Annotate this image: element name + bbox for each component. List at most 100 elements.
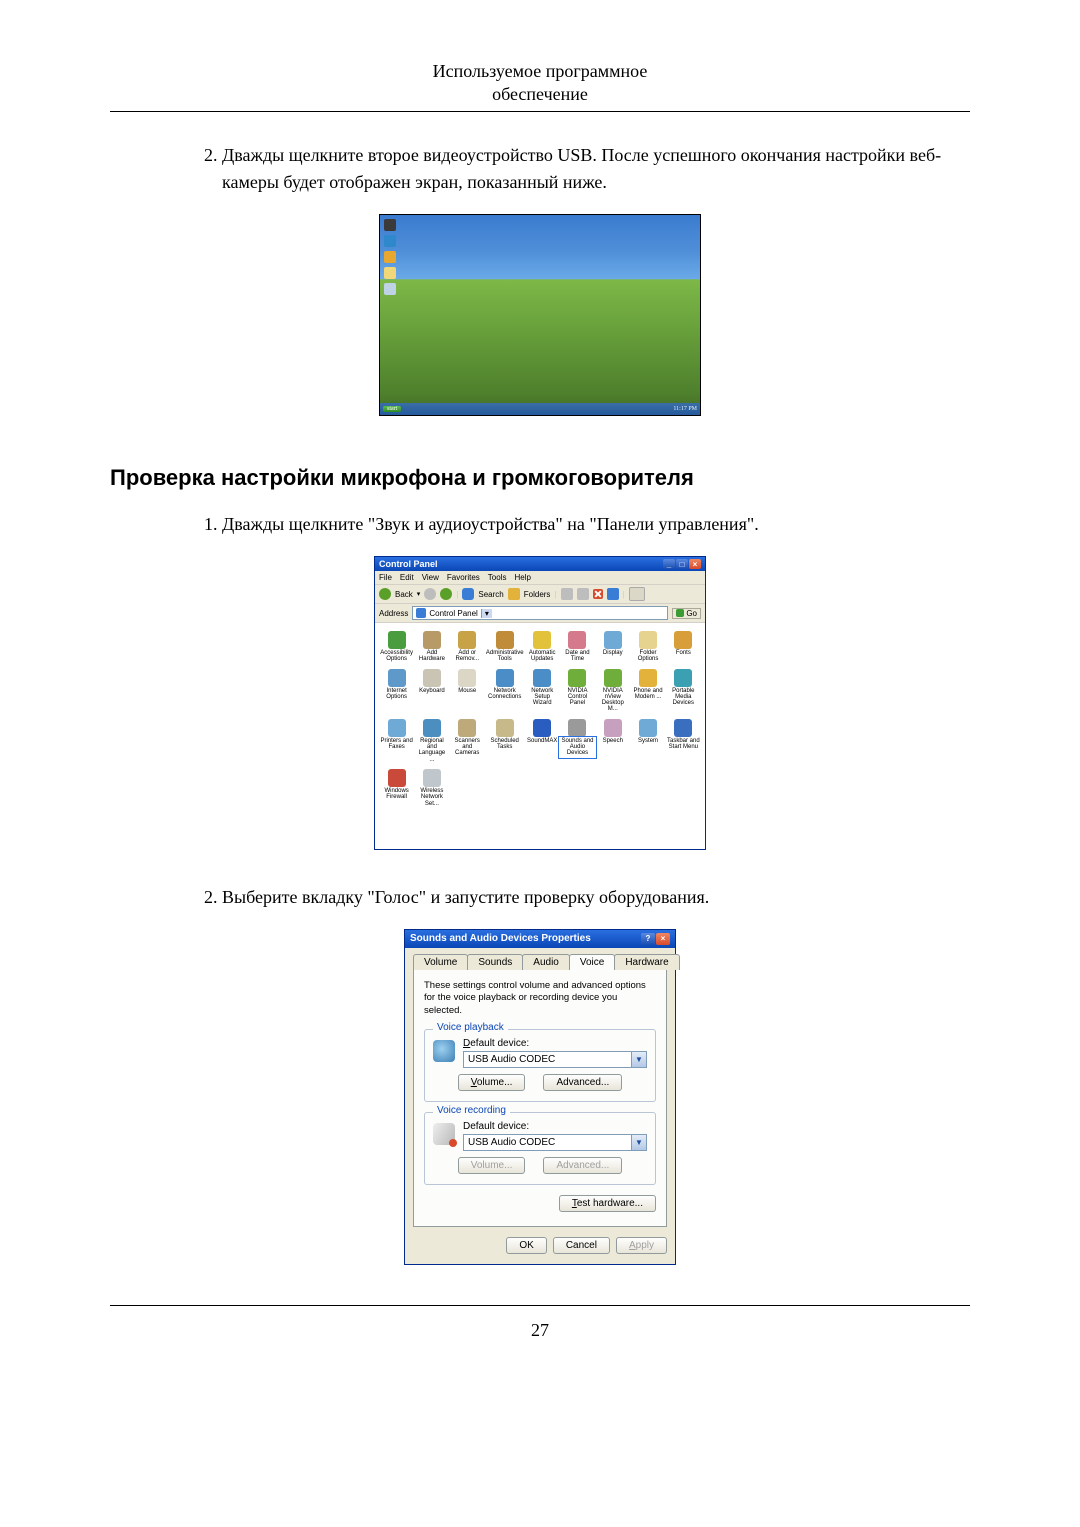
dialog-body: Volume Sounds Audio Voice Hardware These…: [405, 948, 675, 1264]
menu-view[interactable]: View: [422, 573, 439, 582]
cp-item[interactable]: NVIDIA nView Desktop M...: [595, 667, 630, 715]
cp-item[interactable]: Display: [595, 629, 630, 665]
cp-item[interactable]: Portable Media Devices: [666, 667, 701, 715]
recording-default-label: Default device:: [463, 1121, 647, 1132]
cp-item[interactable]: Network Setup Wizard: [525, 667, 560, 715]
control-panel-icon: [416, 608, 426, 618]
cp-item[interactable]: Phone and Modem ...: [630, 667, 665, 715]
apply-button[interactable]: Apply: [616, 1237, 667, 1254]
playback-advanced-button[interactable]: Advanced...: [543, 1074, 622, 1091]
menu-edit[interactable]: Edit: [400, 573, 414, 582]
chevron-down-icon[interactable]: ▼: [631, 1135, 646, 1150]
cp-item[interactable]: Folder Options: [630, 629, 665, 665]
tab-voice[interactable]: Voice: [569, 954, 615, 970]
ok-button[interactable]: OK: [506, 1237, 546, 1254]
cp-item[interactable]: NVIDIA Control Panel: [560, 667, 595, 715]
cp-item[interactable]: Taskbar and Start Menu: [666, 717, 701, 765]
go-arrow-icon: [676, 609, 684, 617]
close-button[interactable]: ×: [689, 559, 701, 569]
tab-hardware[interactable]: Hardware: [614, 954, 679, 970]
speaker-icon: [433, 1040, 455, 1062]
search-icon[interactable]: [462, 588, 474, 600]
recording-volume-button[interactable]: Volume...: [458, 1157, 526, 1174]
start-button[interactable]: start: [383, 406, 401, 412]
step-top-2: Дважды щелкните второе видеоустройство U…: [222, 142, 970, 196]
cp-item[interactable]: Scheduled Tasks: [485, 717, 525, 765]
control-panel-window: Control Panel _ □ × File Edit View Favor…: [374, 556, 706, 850]
address-field[interactable]: Control Panel ▾: [412, 606, 668, 620]
document-page: Используемое программное обеспечение Два…: [0, 0, 1080, 1381]
group-title-playback: Voice playback: [433, 1022, 508, 1033]
menu-help[interactable]: Help: [514, 573, 530, 582]
sounds-audio-dialog: Sounds and Audio Devices Properties ? × …: [404, 929, 676, 1265]
recording-advanced-button[interactable]: Advanced...: [543, 1157, 622, 1174]
move-icon[interactable]: [577, 588, 589, 600]
menu-tools[interactable]: Tools: [488, 573, 507, 582]
playback-volume-button[interactable]: Volume...: [458, 1074, 526, 1091]
maximize-button[interactable]: □: [676, 559, 688, 569]
folders-icon[interactable]: [508, 588, 520, 600]
cp-item[interactable]: Speech: [595, 717, 630, 765]
cp-item[interactable]: SoundMAX: [525, 717, 560, 765]
page-header: Используемое программное обеспечение: [110, 60, 970, 111]
address-dropdown-icon[interactable]: ▾: [481, 609, 492, 618]
figure-control-panel-wrap: Control Panel _ □ × File Edit View Favor…: [110, 556, 970, 850]
group-voice-recording: Voice recording Default device: USB Audi…: [424, 1112, 656, 1185]
cp-item[interactable]: Scanners and Cameras: [450, 717, 485, 765]
recording-device-combo[interactable]: USB Audio CODEC ▼: [463, 1134, 647, 1151]
back-label[interactable]: Back: [395, 590, 413, 599]
tab-audio[interactable]: Audio: [522, 954, 570, 970]
menu-favorites[interactable]: Favorites: [447, 573, 480, 582]
steps-continued: Дважды щелкните второе видеоустройство U…: [110, 142, 970, 196]
cp-item[interactable]: Administrative Tools: [485, 629, 525, 665]
step-top-2-text: Дважды щелкните второе видеоустройство U…: [222, 145, 941, 192]
address-bar: Address Control Panel ▾ Go: [375, 604, 705, 623]
cp-item[interactable]: Add Hardware: [414, 629, 449, 665]
forward-icon[interactable]: [424, 588, 436, 600]
header-divider: [110, 111, 970, 112]
figure-desktop-wrap: start 11:17 PM: [110, 214, 970, 421]
search-label[interactable]: Search: [478, 590, 503, 599]
minimize-button[interactable]: _: [663, 559, 675, 569]
cp-item[interactable]: Windows Firewall: [379, 767, 414, 809]
cp-item-sounds-audio[interactable]: Sounds and Audio Devices: [560, 717, 595, 765]
cp-item[interactable]: Accessibility Options: [379, 629, 414, 665]
cp-item[interactable]: Add or Remov...: [450, 629, 485, 665]
cp-item[interactable]: System: [630, 717, 665, 765]
desktop-icon: [384, 219, 396, 231]
cp-item[interactable]: Network Connections: [485, 667, 525, 715]
system-tray-time: 11:17 PM: [673, 406, 700, 412]
up-icon[interactable]: [440, 588, 452, 600]
delete-icon[interactable]: [593, 589, 603, 599]
chevron-down-icon[interactable]: ▼: [631, 1052, 646, 1067]
cp-item[interactable]: Printers and Faxes: [379, 717, 414, 765]
folders-label[interactable]: Folders: [524, 590, 551, 599]
cp-item[interactable]: Mouse: [450, 667, 485, 715]
help-button[interactable]: ?: [641, 933, 655, 945]
undo-icon[interactable]: [607, 588, 619, 600]
cp-item[interactable]: Fonts: [666, 629, 701, 665]
cp-item[interactable]: Keyboard: [414, 667, 449, 715]
cp-item[interactable]: Internet Options: [379, 667, 414, 715]
views-icon[interactable]: [629, 587, 645, 601]
tab-sounds[interactable]: Sounds: [467, 954, 523, 970]
toolbar: Back ▾ | Search Folders | |: [375, 585, 705, 604]
go-button[interactable]: Go: [672, 608, 701, 619]
cp-item[interactable]: Date and Time: [560, 629, 595, 665]
playback-device-combo[interactable]: USB Audio CODEC ▼: [463, 1051, 647, 1068]
cp-item[interactable]: Regional and Language ...: [414, 717, 449, 765]
test-hardware-button[interactable]: Test hardware...: [559, 1195, 656, 1212]
back-icon[interactable]: [379, 588, 391, 600]
cp-item[interactable]: Wireless Network Set...: [414, 767, 449, 809]
cancel-button[interactable]: Cancel: [553, 1237, 610, 1254]
menu-file[interactable]: File: [379, 573, 392, 582]
cp-item[interactable]: Automatic Updates: [525, 629, 560, 665]
section-step-2: Выберите вкладку "Голос" и запустите про…: [222, 884, 970, 911]
dialog-description: These settings control volume and advanc…: [424, 980, 656, 1017]
copy-icon[interactable]: [561, 588, 573, 600]
playback-default-label: Default device:: [463, 1038, 647, 1049]
tab-volume[interactable]: Volume: [413, 954, 468, 970]
desktop-icon: [384, 235, 396, 247]
dialog-close-button[interactable]: ×: [656, 933, 670, 945]
page-number: 27: [110, 1320, 970, 1341]
